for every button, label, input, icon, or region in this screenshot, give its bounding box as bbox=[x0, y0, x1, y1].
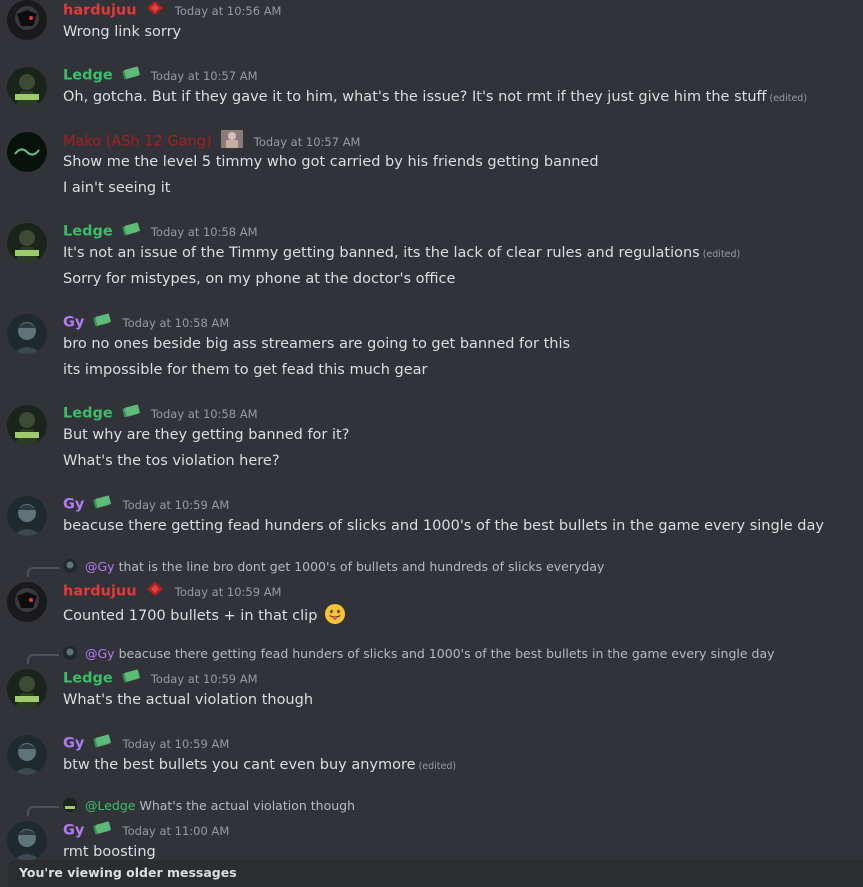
message-text: Counted 1700 bullets + in that clip bbox=[63, 603, 346, 631]
avatar-hardujuu[interactable] bbox=[7, 0, 47, 40]
timestamp: Today at 10:56 AM bbox=[174, 3, 282, 18]
username[interactable]: Ledge bbox=[63, 406, 113, 422]
older-messages-bar[interactable]: You're viewing older messages bbox=[8, 860, 863, 887]
avatar-gy[interactable] bbox=[7, 496, 47, 536]
avatar-ledge[interactable] bbox=[7, 669, 47, 709]
money-role-icon bbox=[93, 820, 112, 841]
timestamp: Today at 10:58 AM bbox=[150, 406, 258, 421]
reply-preview[interactable]: @Ledge What's the actual violation thoug… bbox=[63, 798, 355, 814]
avatar-mako[interactable] bbox=[7, 132, 47, 172]
username[interactable]: Mako (ASh 12 Gang) bbox=[63, 134, 212, 150]
reply-spine bbox=[27, 806, 59, 816]
username[interactable]: Gy bbox=[63, 315, 84, 331]
tongue-out-emoji[interactable] bbox=[324, 603, 346, 631]
reply-text: What's the actual violation though bbox=[139, 798, 356, 813]
username[interactable]: Ledge bbox=[63, 68, 113, 84]
money-role-icon bbox=[122, 668, 140, 689]
message-text: beacuse there getting fead hunders of sl… bbox=[63, 518, 824, 534]
chat-message-list[interactable]: hardujuu Today at 10:56 AM Wrong link so… bbox=[0, 0, 863, 887]
message-text: rmt boosting bbox=[63, 844, 156, 860]
timestamp: Today at 11:00 AM bbox=[122, 823, 230, 838]
timestamp: Today at 10:58 AM bbox=[122, 315, 230, 330]
reply-text: beacuse there getting fead hunders of sl… bbox=[118, 646, 775, 661]
avatar-ledge[interactable] bbox=[7, 405, 47, 445]
avatar-gy[interactable] bbox=[7, 821, 47, 861]
avatar-gy[interactable] bbox=[7, 314, 47, 354]
reply-avatar bbox=[63, 798, 77, 812]
message-text: btw the best bullets you cant even buy a… bbox=[63, 757, 457, 773]
timestamp: Today at 10:57 AM bbox=[150, 68, 258, 83]
reply-preview[interactable]: @Gy beacuse there getting fead hunders o… bbox=[63, 646, 775, 662]
message-text: bro no ones beside big ass streamers are… bbox=[63, 336, 571, 352]
username[interactable]: hardujuu bbox=[63, 584, 137, 600]
reply-mention[interactable]: @Ledge bbox=[85, 798, 136, 813]
message-text: I ain't seeing it bbox=[63, 180, 171, 196]
reply-mention[interactable]: @Gy bbox=[85, 646, 115, 661]
reply-preview[interactable]: @Gy that is the line bro dont get 1000's… bbox=[63, 559, 604, 575]
money-role-icon bbox=[122, 221, 140, 242]
money-role-icon bbox=[93, 733, 112, 754]
timestamp: Today at 10:59 AM bbox=[174, 584, 282, 599]
avatar-gy[interactable] bbox=[7, 735, 47, 775]
timestamp: Today at 10:59 AM bbox=[122, 497, 230, 512]
username[interactable]: Ledge bbox=[63, 224, 113, 240]
message-text: But why are they getting banned for it? bbox=[63, 427, 350, 443]
reply-text: that is the line bro dont get 1000's of … bbox=[118, 559, 605, 574]
timestamp: Today at 10:59 AM bbox=[122, 736, 230, 751]
timestamp: Today at 10:58 AM bbox=[150, 224, 258, 239]
message-text: its impossible for them to get fead this… bbox=[63, 362, 428, 378]
money-role-icon bbox=[93, 312, 112, 333]
message-text: Wrong link sorry bbox=[63, 24, 182, 40]
username[interactable]: hardujuu bbox=[63, 3, 137, 19]
message-text: Show me the level 5 timmy who got carrie… bbox=[63, 154, 599, 170]
edited-label: (edited) bbox=[769, 93, 808, 104]
username[interactable]: Ledge bbox=[63, 671, 113, 687]
reply-mention[interactable]: @Gy bbox=[85, 559, 115, 574]
avatar-hardujuu[interactable] bbox=[7, 582, 47, 622]
message-text: Sorry for mistypes, on my phone at the d… bbox=[63, 271, 456, 287]
reply-avatar bbox=[63, 559, 77, 573]
timestamp: Today at 10:57 AM bbox=[253, 134, 361, 149]
edited-label: (edited) bbox=[702, 249, 741, 260]
message-text: It's not an issue of the Timmy getting b… bbox=[63, 245, 741, 261]
reply-spine bbox=[27, 654, 59, 664]
money-role-icon bbox=[93, 494, 112, 515]
reply-spine bbox=[27, 567, 59, 577]
timestamp: Today at 10:59 AM bbox=[150, 671, 258, 686]
diamond-role-icon bbox=[146, 581, 164, 602]
profile-image-role-icon bbox=[220, 130, 243, 153]
message-text: What's the tos violation here? bbox=[63, 453, 280, 469]
username[interactable]: Gy bbox=[63, 736, 84, 752]
money-role-icon bbox=[122, 403, 140, 424]
username[interactable]: Gy bbox=[63, 497, 84, 513]
reply-avatar bbox=[63, 646, 77, 660]
message-text: What's the actual violation though bbox=[63, 692, 314, 708]
avatar-ledge[interactable] bbox=[7, 67, 47, 107]
avatar-ledge[interactable] bbox=[7, 223, 47, 263]
money-role-icon bbox=[122, 65, 140, 86]
message-text: Oh, gotcha. But if they gave it to him, … bbox=[63, 89, 808, 105]
username[interactable]: Gy bbox=[63, 823, 84, 839]
edited-label: (edited) bbox=[418, 761, 457, 772]
diamond-role-icon bbox=[146, 0, 164, 21]
